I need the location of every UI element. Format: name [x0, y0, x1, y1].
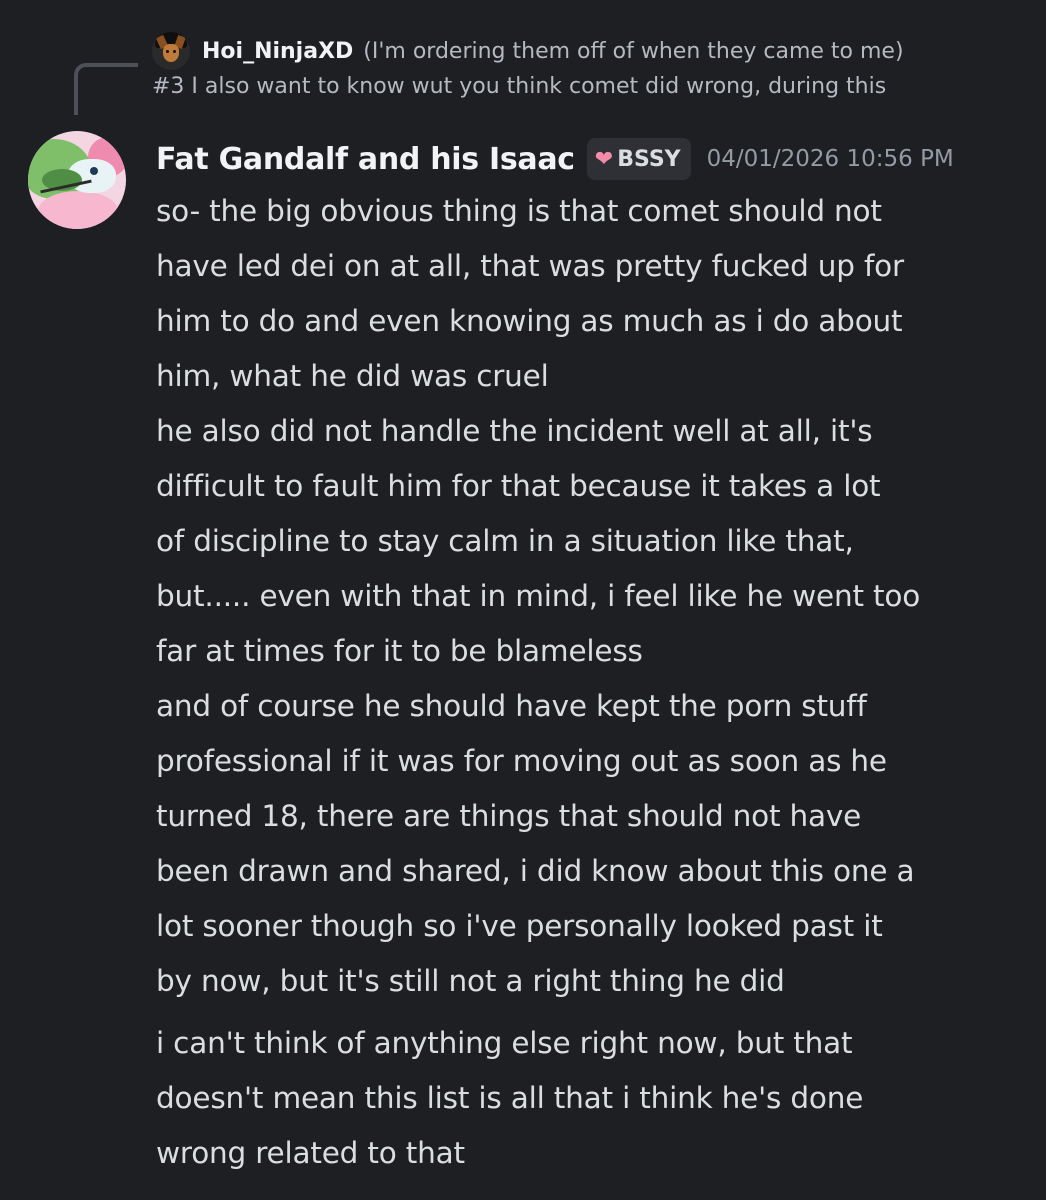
message-line: of discipline to stay calm in a situatio…: [156, 524, 854, 558]
message-line: lot sooner though so i've personally loo…: [156, 909, 883, 943]
message-line: difficult to fault him for that because …: [156, 469, 881, 503]
reply-author-avatar[interactable]: [152, 32, 190, 70]
message-line: far at times for it to be blameless: [156, 634, 643, 668]
avatar-shape: [38, 191, 118, 229]
message-line: but..... even with that in mind, i feel …: [156, 579, 921, 613]
message-header: Fat Gandalf and his Isaac ❤ BSSY 04/01/2…: [156, 138, 954, 180]
guild-tag-badge[interactable]: ❤ BSSY: [586, 138, 691, 180]
followup-message-line: i can't think of anything else right now…: [156, 1026, 853, 1060]
avatar-eye: [166, 50, 169, 53]
reply-connector: [74, 63, 138, 115]
followup-message-line: doesn't mean this list is all that i thi…: [156, 1081, 864, 1115]
message-line: him, what he did was cruel: [156, 359, 549, 393]
message-line: so- the big obvious thing is that comet …: [156, 194, 882, 228]
message-line: he also did not handle the incident well…: [156, 414, 873, 448]
message-line: him to do and even knowing as much as i …: [156, 304, 903, 338]
message-line: turned 18, there are things that should …: [156, 799, 862, 833]
message-content: so- the big obvious thing is that comet …: [156, 184, 1026, 1181]
message-line: have led dei on at all, that was pretty …: [156, 249, 904, 283]
heart-icon: ❤: [594, 146, 614, 172]
message-line: professional if it was for moving out as…: [156, 744, 887, 778]
message-line: been drawn and shared, i did know about …: [156, 854, 915, 888]
guild-tag-label: BSSY: [617, 146, 681, 172]
avatar-face: [163, 44, 179, 62]
username[interactable]: Fat Gandalf and his Isaac: [156, 142, 575, 177]
reply-preview-text[interactable]: (I'm ordering them off of when they came…: [363, 39, 903, 64]
message-view: Hoi_NinjaXD (I'm ordering them off of wh…: [0, 0, 1046, 1200]
reply-author-name[interactable]: Hoi_NinjaXD: [202, 39, 353, 64]
message-timestamp[interactable]: 04/01/2026 10:56 PM: [707, 146, 954, 172]
followup-message-line: wrong related to that: [156, 1136, 465, 1170]
message-line: by now, but it's still not a right thing…: [156, 964, 785, 998]
reply-header: Hoi_NinjaXD (I'm ordering them off of wh…: [152, 30, 1032, 72]
message-line: and of course he should have kept the po…: [156, 689, 867, 723]
user-avatar[interactable]: [28, 131, 126, 229]
avatar-eye: [90, 167, 98, 175]
reply-preview[interactable]: Hoi_NinjaXD (I'm ordering them off of wh…: [152, 30, 1032, 99]
avatar-eye: [173, 50, 176, 53]
reply-preview-text-2[interactable]: #3 I also want to know wut you think com…: [152, 74, 1032, 99]
